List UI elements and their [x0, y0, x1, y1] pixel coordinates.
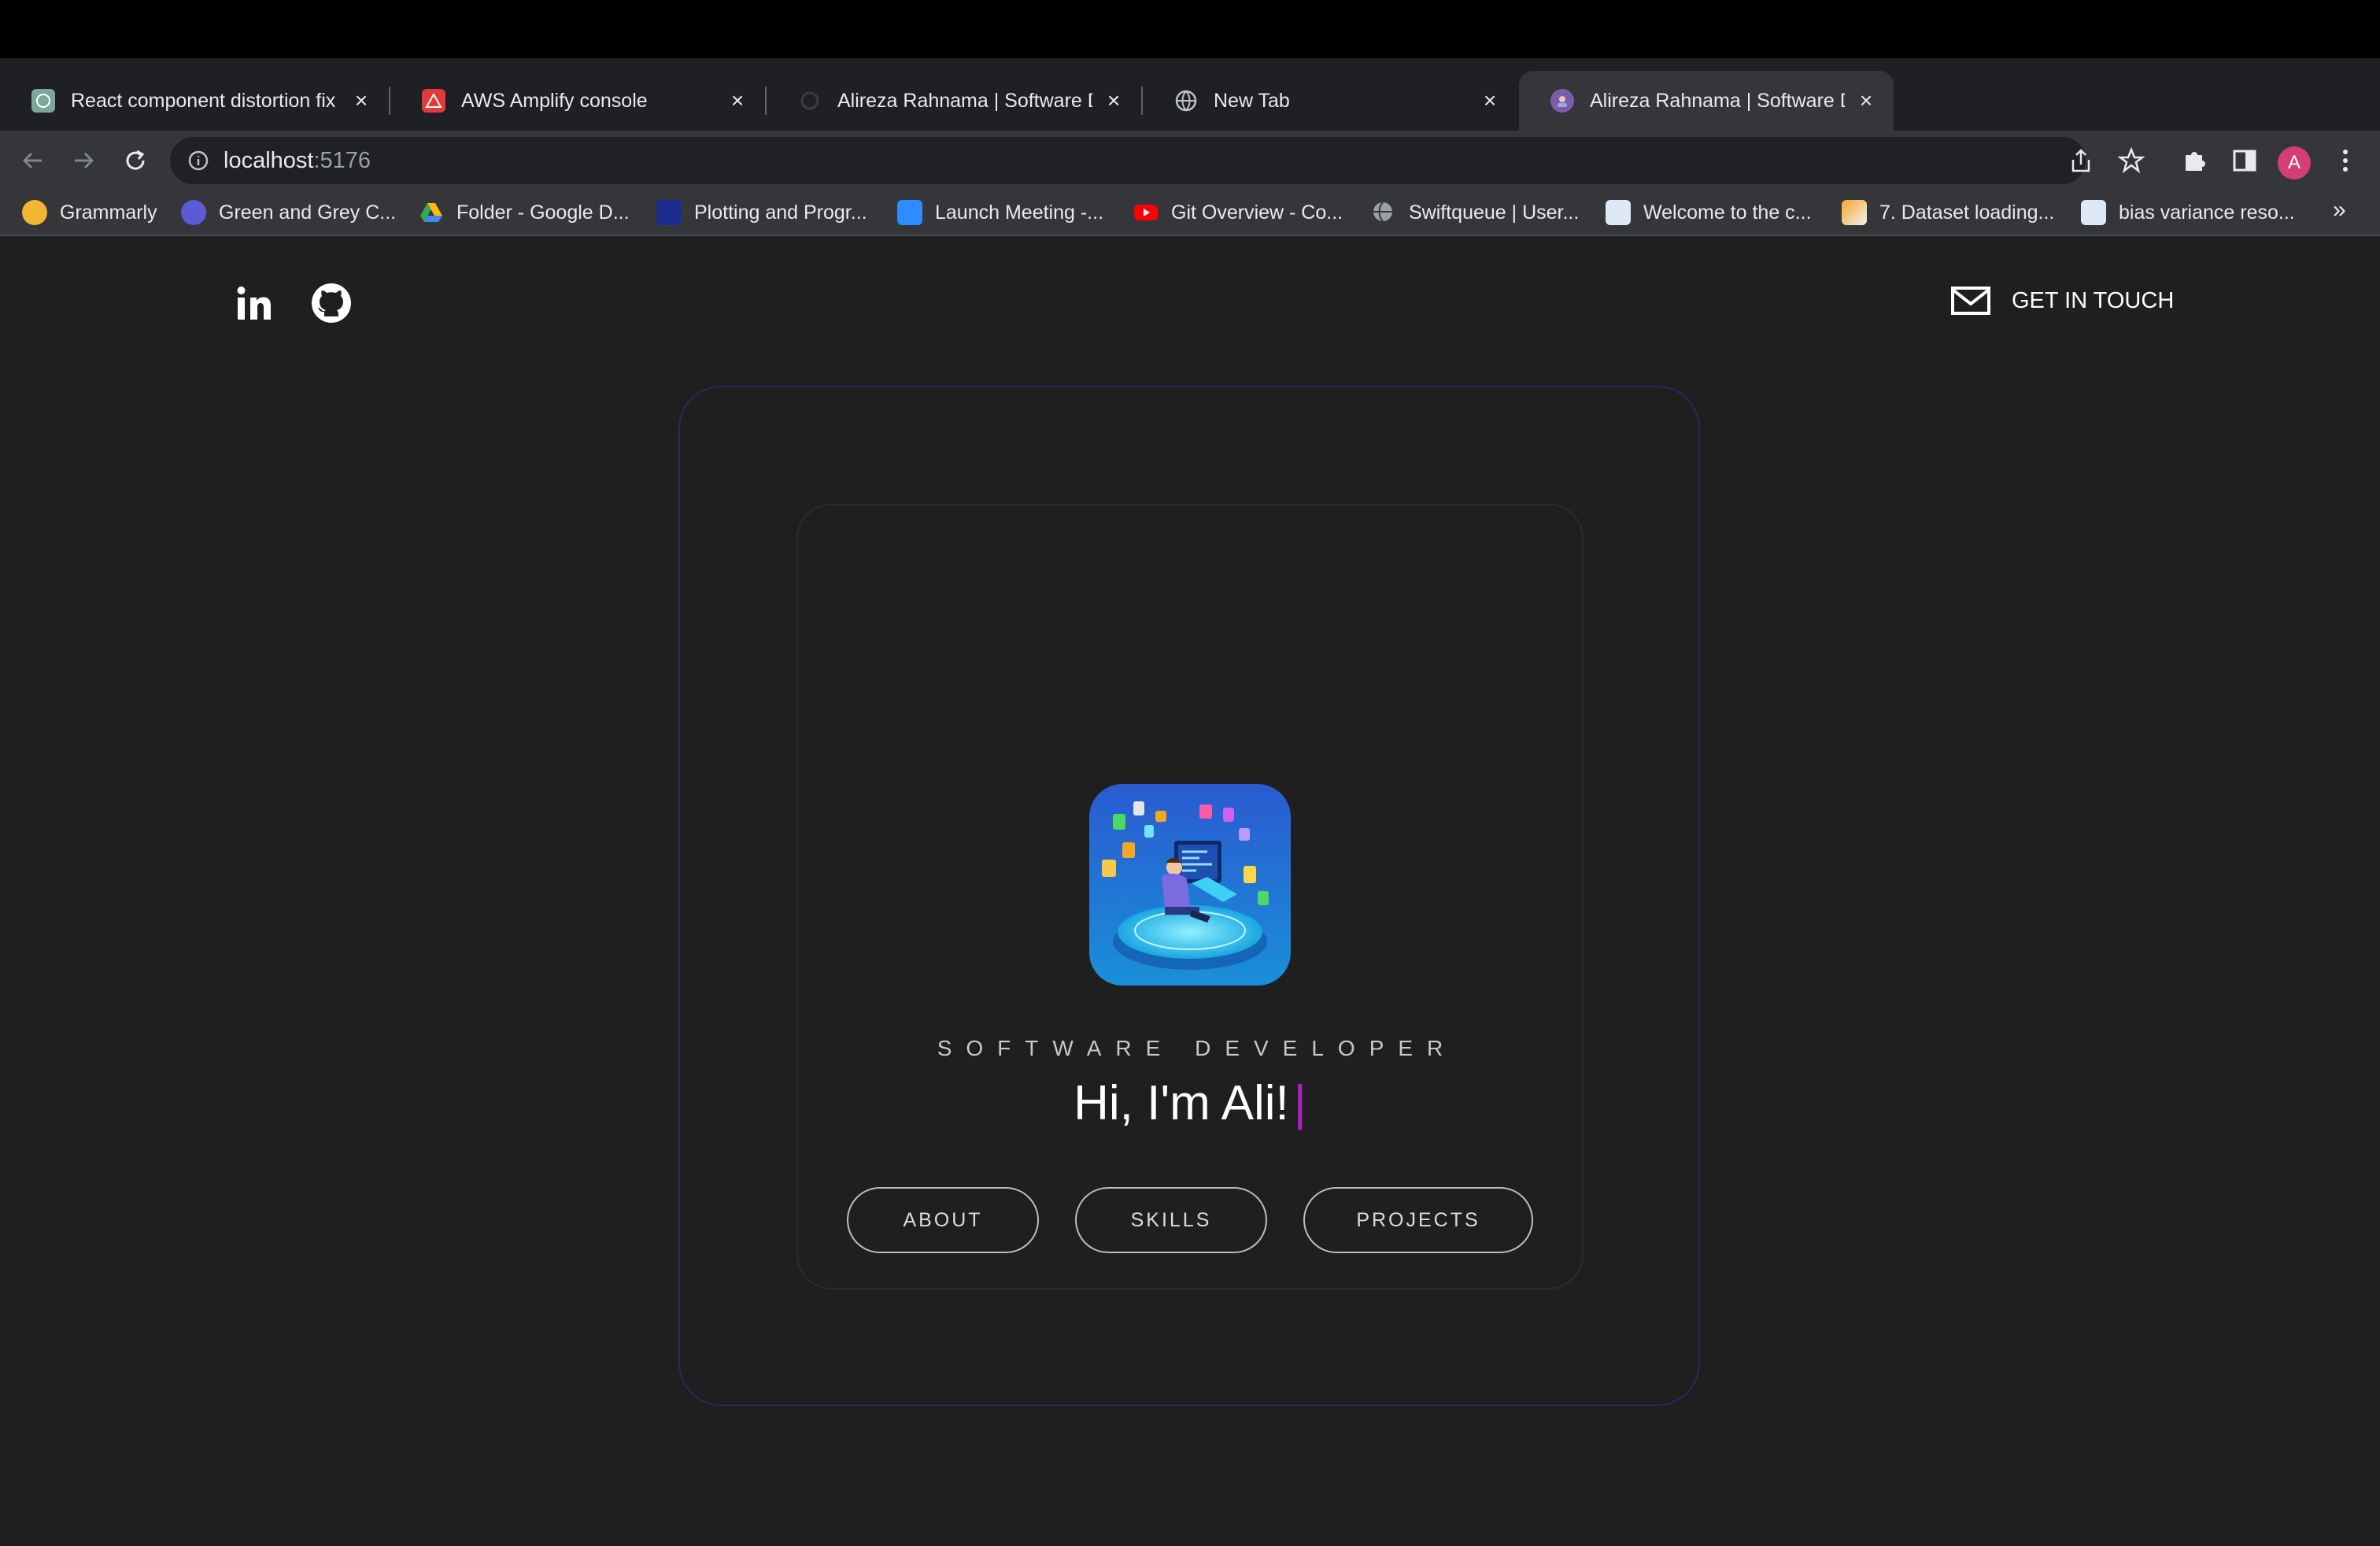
bookmark-label: Folder - Google D... — [456, 201, 630, 224]
address-bar[interactable]: localhost:5176 — [170, 137, 2086, 184]
portfolio-favicon-icon — [1550, 89, 1574, 113]
tab-close-icon[interactable]: × — [349, 88, 373, 113]
about-button[interactable]: ABOUT — [847, 1187, 1039, 1253]
tab-5-active[interactable]: Alireza Rahnama | Software De × — [1519, 71, 1894, 131]
tab-title: React component distortion fix — [71, 89, 336, 112]
bookmark-label: Welcome to the c... — [1643, 201, 1812, 224]
bookmark-star-icon[interactable] — [2112, 142, 2150, 179]
more-menu-icon[interactable] — [2326, 142, 2364, 179]
mail-icon — [1950, 285, 1991, 316]
tab-close-icon[interactable]: × — [1854, 88, 1878, 113]
globe-icon — [1371, 200, 1396, 225]
share-icon[interactable] — [2062, 142, 2100, 179]
bookmark-launch-meeting[interactable]: Launch Meeting -... — [897, 198, 1103, 227]
profile-avatar[interactable]: A — [2278, 146, 2311, 179]
globe-icon — [1174, 89, 1198, 113]
document-icon — [2081, 200, 2106, 225]
tab-close-icon[interactable]: × — [726, 88, 749, 113]
bookmark-green-grey[interactable]: Green and Grey C... — [181, 198, 396, 227]
tab-2[interactable]: AWS Amplify console × — [390, 71, 765, 131]
forward-arrow-icon[interactable] — [65, 142, 102, 179]
bookmarks-bar: Grammarly Green and Grey C... Folder - G… — [0, 190, 2380, 236]
url-port: :5176 — [313, 147, 371, 173]
tab-title: New Tab — [1214, 89, 1290, 112]
browser-toolbar: localhost:5176 A — [0, 131, 2380, 190]
back-arrow-icon[interactable] — [14, 142, 52, 179]
bookmark-label: Launch Meeting -... — [935, 201, 1104, 224]
side-panel-icon[interactable] — [2226, 142, 2264, 179]
typing-cursor: | — [1293, 1076, 1306, 1130]
tab-3[interactable]: Alireza Rahnama | Software De × — [767, 71, 1141, 131]
document-icon — [1606, 200, 1631, 225]
plotting-site-icon — [656, 200, 682, 225]
bookmark-welcome[interactable]: Welcome to the c... — [1606, 198, 1812, 227]
bookmark-google-drive[interactable]: Folder - Google D... — [419, 198, 630, 227]
tab-1[interactable]: React component distortion fix × — [0, 71, 389, 131]
loading-spinner-icon — [798, 89, 822, 113]
site-info-icon[interactable] — [187, 150, 209, 172]
zoom-icon — [897, 200, 922, 225]
tab-title: Alireza Rahnama | Software De — [837, 89, 1092, 112]
skills-button[interactable]: SKILLS — [1075, 1187, 1267, 1253]
tab-title: AWS Amplify console — [461, 89, 648, 112]
get-in-touch-link[interactable]: GET IN TOUCH — [1950, 285, 2174, 316]
tab-close-icon[interactable]: × — [1102, 88, 1125, 113]
get-in-touch-label: GET IN TOUCH — [2012, 287, 2175, 313]
canva-icon — [181, 200, 206, 225]
tab-title: Alireza Rahnama | Software De — [1590, 89, 1845, 112]
greeting-text: Hi, I'm Ali! — [1074, 1076, 1289, 1130]
window-top-bar — [0, 0, 2380, 58]
bookmark-bias-variance[interactable]: bias variance reso... — [2081, 198, 2295, 227]
tab-4[interactable]: New Tab × — [1143, 71, 1517, 131]
chatgpt-favicon-icon — [31, 89, 55, 113]
url-host: localhost — [224, 147, 314, 173]
github-icon[interactable] — [305, 277, 357, 329]
youtube-icon — [1133, 200, 1159, 225]
bookmark-git-overview[interactable]: Git Overview - Co... — [1133, 198, 1343, 227]
bookmark-label: Grammarly — [60, 201, 157, 224]
bookmark-label: Plotting and Progr... — [694, 201, 867, 224]
greeting-heading: Hi, I'm Ali!| — [796, 1075, 1584, 1131]
bookmark-dataset-loading[interactable]: 7. Dataset loading... — [1842, 198, 2054, 227]
aws-amplify-favicon-icon — [422, 89, 445, 113]
tab-strip: React component distortion fix × AWS Amp… — [0, 58, 2380, 173]
bookmark-label: 7. Dataset loading... — [1879, 201, 2055, 224]
bookmark-label: Swiftqueue | User... — [1409, 201, 1580, 224]
bookmark-label: bias variance reso... — [2119, 201, 2295, 224]
reload-icon[interactable] — [116, 142, 154, 179]
grammarly-icon — [22, 200, 47, 225]
bookmark-label: Git Overview - Co... — [1171, 201, 1343, 224]
bookmark-swiftqueue[interactable]: Swiftqueue | User... — [1371, 198, 1579, 227]
linkedin-icon[interactable] — [228, 277, 280, 329]
google-drive-icon — [419, 200, 444, 225]
bookmark-label: Green and Grey C... — [219, 201, 397, 224]
bookmark-grammarly[interactable]: Grammarly — [22, 198, 157, 227]
role-subtitle: SOFTWARE DEVELOPER — [937, 1036, 1458, 1060]
scikit-learn-icon — [1842, 200, 1867, 225]
bookmarks-overflow-button[interactable]: » — [2333, 197, 2346, 224]
projects-button[interactable]: PROJECTS — [1303, 1187, 1533, 1253]
bookmark-plotting[interactable]: Plotting and Progr... — [656, 198, 867, 227]
developer-illustration — [1089, 784, 1291, 986]
tab-close-icon[interactable]: × — [1478, 88, 1502, 113]
extensions-puzzle-icon[interactable] — [2175, 142, 2213, 179]
